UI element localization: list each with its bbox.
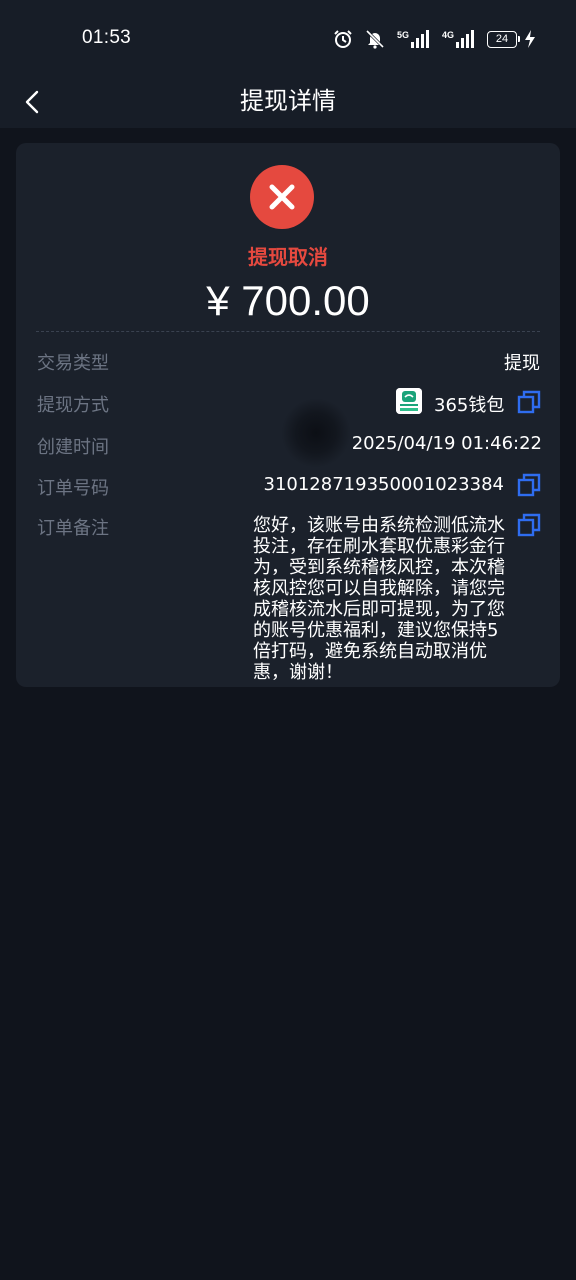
blurred-area: [281, 398, 351, 468]
method-value: 365钱包: [434, 395, 505, 416]
type-label: 交易类型: [37, 353, 109, 374]
net-type-5g: 5G: [396, 30, 409, 40]
method-label: 提现方式: [37, 395, 109, 416]
remark-value: 您好，该账号由系统检测低流水投注，存在刷水套取优惠彩金行为，受到系统稽核风控，本…: [253, 515, 505, 683]
type-value: 提现: [504, 353, 540, 374]
nav-bar: 提现详情: [0, 76, 576, 128]
order-label: 订单号码: [37, 478, 109, 499]
status-label: 提现取消: [248, 245, 328, 269]
dashed-divider: [36, 331, 540, 332]
order-value: 310128719350001023384: [263, 474, 505, 495]
status-icons: 5G 4G 24: [333, 27, 536, 51]
charging-icon: [525, 30, 535, 48]
status-time: 01:53: [82, 27, 132, 48]
copy-order-icon[interactable]: [517, 473, 541, 497]
status-bar: 01:53 5G 4G 24: [0, 0, 576, 76]
battery-level: 24: [487, 30, 517, 48]
created-value: 2025/04/19 01:46:22: [351, 433, 542, 454]
remark-label: 订单备注: [37, 518, 109, 539]
close-icon: [269, 184, 295, 210]
copy-icon[interactable]: [517, 390, 541, 414]
battery-icon: 24: [487, 30, 536, 48]
detail-card: 提现取消 ¥ 700.00 交易类型 提现 提现方式 365钱包 创建时间 20…: [16, 143, 560, 687]
copy-remark-icon[interactable]: [517, 513, 541, 537]
wallet-logo-icon: [396, 388, 422, 414]
page-title: 提现详情: [240, 87, 336, 115]
net-type-4g: 4G: [441, 30, 454, 40]
signal-4g-icon: 4G: [442, 30, 475, 48]
signal-5g-icon: 5G: [397, 30, 430, 48]
mute-bell-icon: [365, 29, 385, 49]
amount: ¥ 700.00: [206, 277, 370, 324]
cancel-status-icon: [250, 165, 314, 229]
created-label: 创建时间: [37, 437, 109, 458]
alarm-icon: [334, 30, 352, 48]
